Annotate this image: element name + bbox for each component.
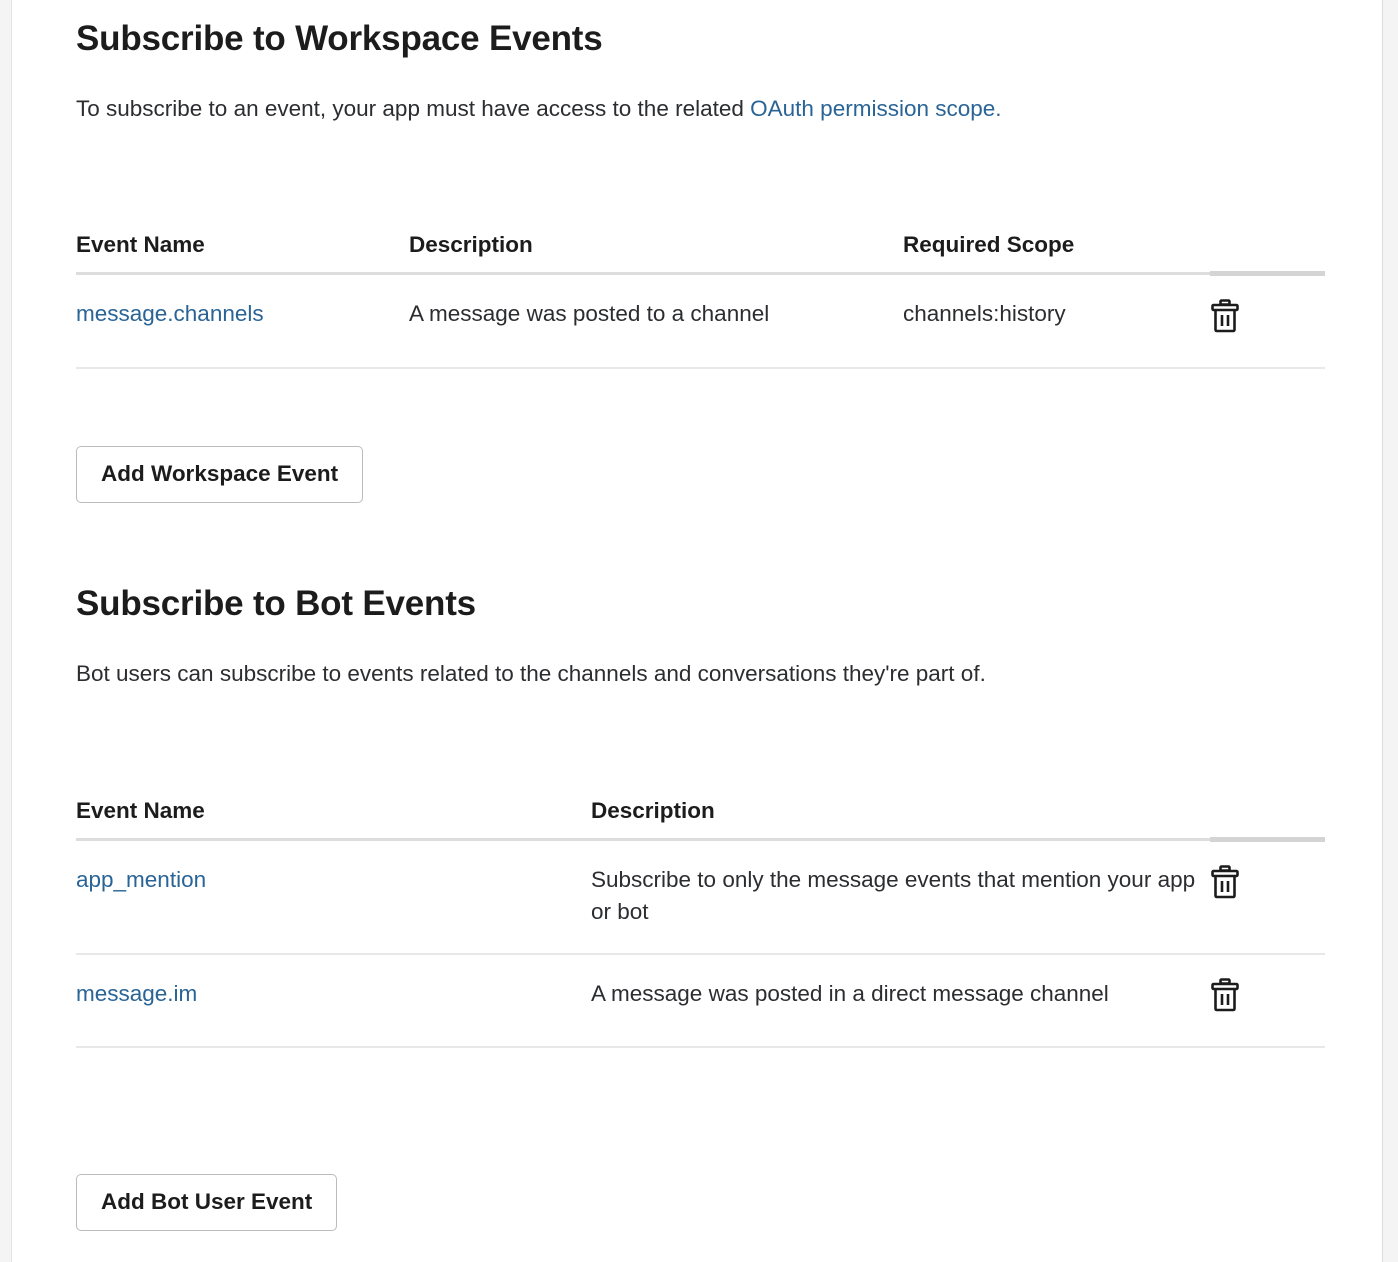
trash-icon [1210,978,1240,1012]
events-settings-panel: Subscribe to Workspace Events To subscri… [11,0,1383,1262]
table-row: message.channels A message was posted to… [76,273,1325,369]
cell-description: A message was posted in a direct message… [591,953,1210,1048]
delete-event-button[interactable] [1210,978,1240,1012]
delete-event-button[interactable] [1210,299,1240,333]
trash-icon [1210,299,1240,333]
cell-actions [1210,953,1325,1048]
column-header-description: Description [409,232,903,275]
bot-events-description: Bot users can subscribe to events relate… [76,661,986,686]
column-header-actions [1210,232,1325,276]
column-header-description: Description [591,798,1210,841]
column-header-actions [1210,798,1325,842]
delete-event-button[interactable] [1210,865,1240,899]
workspace-events-description: To subscribe to an event, your app must … [76,93,1002,125]
column-header-required-scope: Required Scope [903,232,1210,275]
workspace-events-title: Subscribe to Workspace Events [76,19,603,58]
oauth-permission-scope-link[interactable]: OAuth permission scope. [750,96,1001,121]
cell-description: Subscribe to only the message events tha… [591,839,1210,955]
cell-actions [1210,273,1325,369]
event-name-link[interactable]: app_mention [76,867,206,892]
cell-description: A message was posted to a channel [409,273,903,369]
cell-required-scope: channels:history [903,273,1210,369]
workspace-events-description-text: To subscribe to an event, your app must … [76,96,751,121]
table-header-row: Event Name Description Required Scope [76,232,1325,276]
workspace-events-table: Event Name Description Required Scope me… [76,232,1325,369]
table-row: message.im A message was posted in a dir… [76,953,1325,1048]
add-workspace-event-button[interactable]: Add Workspace Event [76,446,364,503]
cell-event-name: message.im [76,953,591,1048]
trash-icon [1210,865,1240,899]
column-header-event-name: Event Name [76,798,591,841]
event-name-link[interactable]: message.im [76,981,197,1006]
bot-events-table: Event Name Description app_mention Subsc… [76,798,1325,1048]
event-name-link[interactable]: message.channels [76,301,264,326]
table-header-row: Event Name Description [76,798,1325,842]
cell-event-name: message.channels [76,273,409,369]
add-bot-user-event-button[interactable]: Add Bot User Event [76,1174,338,1231]
table-row: app_mention Subscribe to only the messag… [76,839,1325,955]
bot-events-title: Subscribe to Bot Events [76,584,476,623]
cell-event-name: app_mention [76,839,591,955]
cell-actions [1210,839,1325,955]
column-header-event-name: Event Name [76,232,409,275]
